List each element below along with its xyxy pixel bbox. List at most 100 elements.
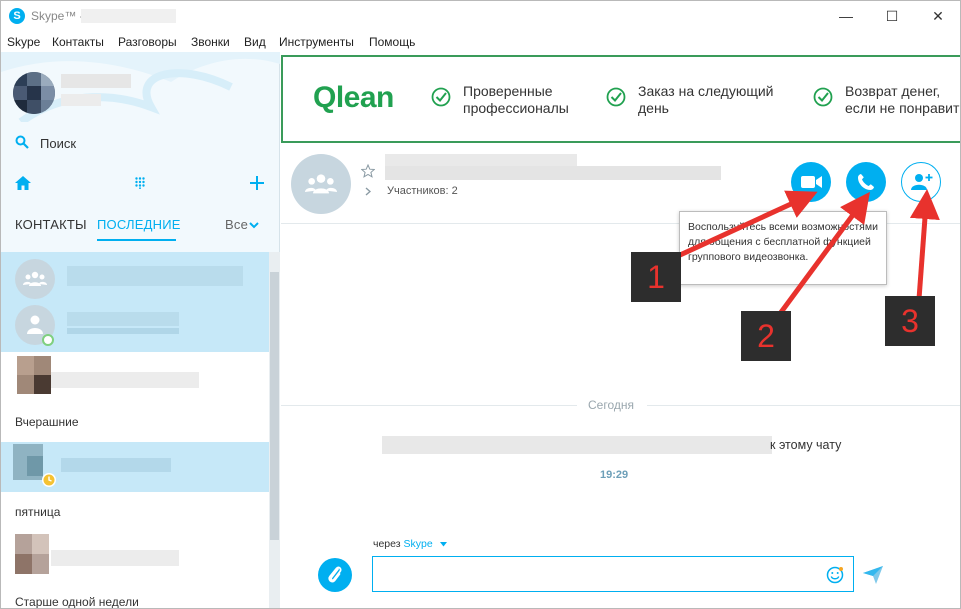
tab-contacts[interactable]: КОНТАКТЫ <box>15 217 87 232</box>
list-item-name-blurred <box>67 266 243 286</box>
list-item-name-blurred <box>51 372 199 388</box>
attach-button[interactable] <box>318 558 352 592</box>
away-status-icon <box>42 473 56 487</box>
group-icon <box>23 271 47 286</box>
ad-brand: Qlean <box>313 81 394 114</box>
group-icon <box>305 174 337 194</box>
user-avatar[interactable] <box>13 72 55 114</box>
list-item-group-selected[interactable] <box>1 252 269 352</box>
section-friday: пятница <box>1 492 269 532</box>
ad-feature-2-line2: день <box>638 100 669 116</box>
user-name-blurred <box>61 74 131 88</box>
list-item-contact[interactable]: Вчерашние <box>1 352 269 442</box>
contact-avatar <box>15 305 55 346</box>
person-icon <box>27 315 43 334</box>
menu-bar: Skype Контакты Разговоры Звонки Вид Инст… <box>1 32 960 52</box>
system-message-text: к этому чату <box>770 438 842 452</box>
window-title-blurred-name <box>81 9 176 23</box>
send-via-service: Skype <box>403 538 433 550</box>
ad-feature-3-line2: если не понравит <box>845 100 960 116</box>
day-separator: Сегодня <box>281 396 960 414</box>
send-icon[interactable] <box>863 566 883 584</box>
send-via-selector[interactable]: через Skype <box>373 538 433 550</box>
participants-count: Участников: 2 <box>387 185 458 197</box>
sidebar-scrollbar[interactable] <box>269 252 280 608</box>
recent-conversations-list: Вчерашние пятница Старше одной недели <box>1 252 269 609</box>
annotation-label-1: 1 <box>631 252 681 302</box>
section-label-friday: пятница <box>15 505 61 519</box>
video-call-button[interactable] <box>791 162 831 202</box>
menu-calls[interactable]: Звонки <box>191 35 230 49</box>
title-bar: S Skype™ - — ☐ ✕ <box>1 1 960 32</box>
menu-help[interactable]: Помощь <box>369 35 415 49</box>
list-item-name-blurred <box>51 550 179 566</box>
list-item-subtitle-blurred <box>67 328 179 334</box>
compose-area: через Skype <box>281 532 960 608</box>
maximize-button[interactable]: ☐ <box>869 1 915 32</box>
search-label: Поиск <box>40 136 77 151</box>
annotation-label-2: 2 <box>741 311 791 361</box>
menu-contacts[interactable]: Контакты <box>52 35 104 49</box>
star-icon[interactable] <box>361 164 375 178</box>
dialpad-icon[interactable] <box>135 177 145 189</box>
ad-feature-2: Заказ на следующий день <box>638 83 774 117</box>
check-icon <box>431 87 451 107</box>
check-icon <box>606 87 626 107</box>
home-icon[interactable] <box>15 176 31 190</box>
section-label-yesterday: Вчерашние <box>15 415 79 429</box>
day-separator-label: Сегодня <box>588 398 634 412</box>
close-button[interactable]: ✕ <box>915 1 960 32</box>
ad-feature-2-line1: Заказ на следующий <box>638 83 774 99</box>
chevron-down-icon[interactable] <box>249 222 259 229</box>
separator-line <box>281 405 577 406</box>
ad-feature-3: Возврат денег, если не понравит <box>845 83 959 117</box>
conversation-avatar <box>291 154 351 214</box>
tab-recent[interactable]: ПОСЛЕДНИЕ <box>97 217 181 232</box>
search-icon <box>15 135 29 149</box>
list-item-contact[interactable] <box>1 442 269 492</box>
menu-view[interactable]: Вид <box>244 35 266 49</box>
ad-feature-1-line2: профессионалы <box>463 100 569 116</box>
message-input[interactable] <box>372 556 854 592</box>
phone-icon <box>858 174 874 190</box>
menu-tools[interactable]: Инструменты <box>279 35 354 49</box>
ad-feature-3-line1: Возврат денег, <box>845 83 941 99</box>
scrollbar-thumb[interactable] <box>270 272 279 540</box>
ad-feature-1: Проверенные профессионалы <box>463 83 569 117</box>
skype-window: S Skype™ - — ☐ ✕ Skype Контакты Разговор… <box>0 0 961 609</box>
paperclip-icon <box>328 566 342 583</box>
group-video-tooltip: Воспользуйтесь всеми возможностями для о… <box>679 211 887 285</box>
chevron-right-icon[interactable] <box>365 187 371 196</box>
profile-area[interactable] <box>1 52 280 122</box>
conversation-title-blurred <box>385 166 721 180</box>
minimize-button[interactable]: — <box>823 1 869 32</box>
emoticon-icon[interactable] <box>826 566 844 584</box>
list-item-name-blurred <box>61 458 171 472</box>
sidebar-toolbar <box>1 172 280 196</box>
audio-call-button[interactable] <box>846 162 886 202</box>
ad-banner[interactable]: Qlean Проверенные профессионалы Заказ на … <box>281 55 960 143</box>
group-avatar <box>15 259 55 299</box>
menu-skype[interactable]: Skype <box>7 35 40 49</box>
add-participant-button[interactable] <box>901 162 941 202</box>
list-item-name-blurred <box>67 312 179 326</box>
check-icon <box>813 87 833 107</box>
annotation-label-3: 3 <box>885 296 935 346</box>
menu-conversations[interactable]: Разговоры <box>118 35 177 49</box>
main-panel: Qlean Проверенные профессионалы Заказ на … <box>281 52 960 608</box>
send-via-prefix: через <box>373 538 401 550</box>
user-status-blurred <box>61 94 101 106</box>
caret-down-icon[interactable] <box>440 542 447 547</box>
add-icon[interactable] <box>250 176 264 190</box>
window-title: Skype™ - <box>31 9 84 23</box>
message-timestamp: 19:29 <box>600 469 629 481</box>
online-status-icon <box>42 334 54 346</box>
skype-logo-icon: S <box>9 8 25 24</box>
system-message-blurred <box>382 436 772 454</box>
separator-line <box>647 405 960 406</box>
section-label-older: Старше одной недели <box>15 595 139 609</box>
video-camera-icon <box>801 176 822 188</box>
filter-dropdown[interactable]: Все <box>225 217 248 232</box>
sidebar: Поиск КОНТАКТЫ ПОСЛЕДНИЕ Все Вчерашние п… <box>1 52 280 609</box>
list-item-contact[interactable]: Старше одной недели <box>1 532 269 609</box>
